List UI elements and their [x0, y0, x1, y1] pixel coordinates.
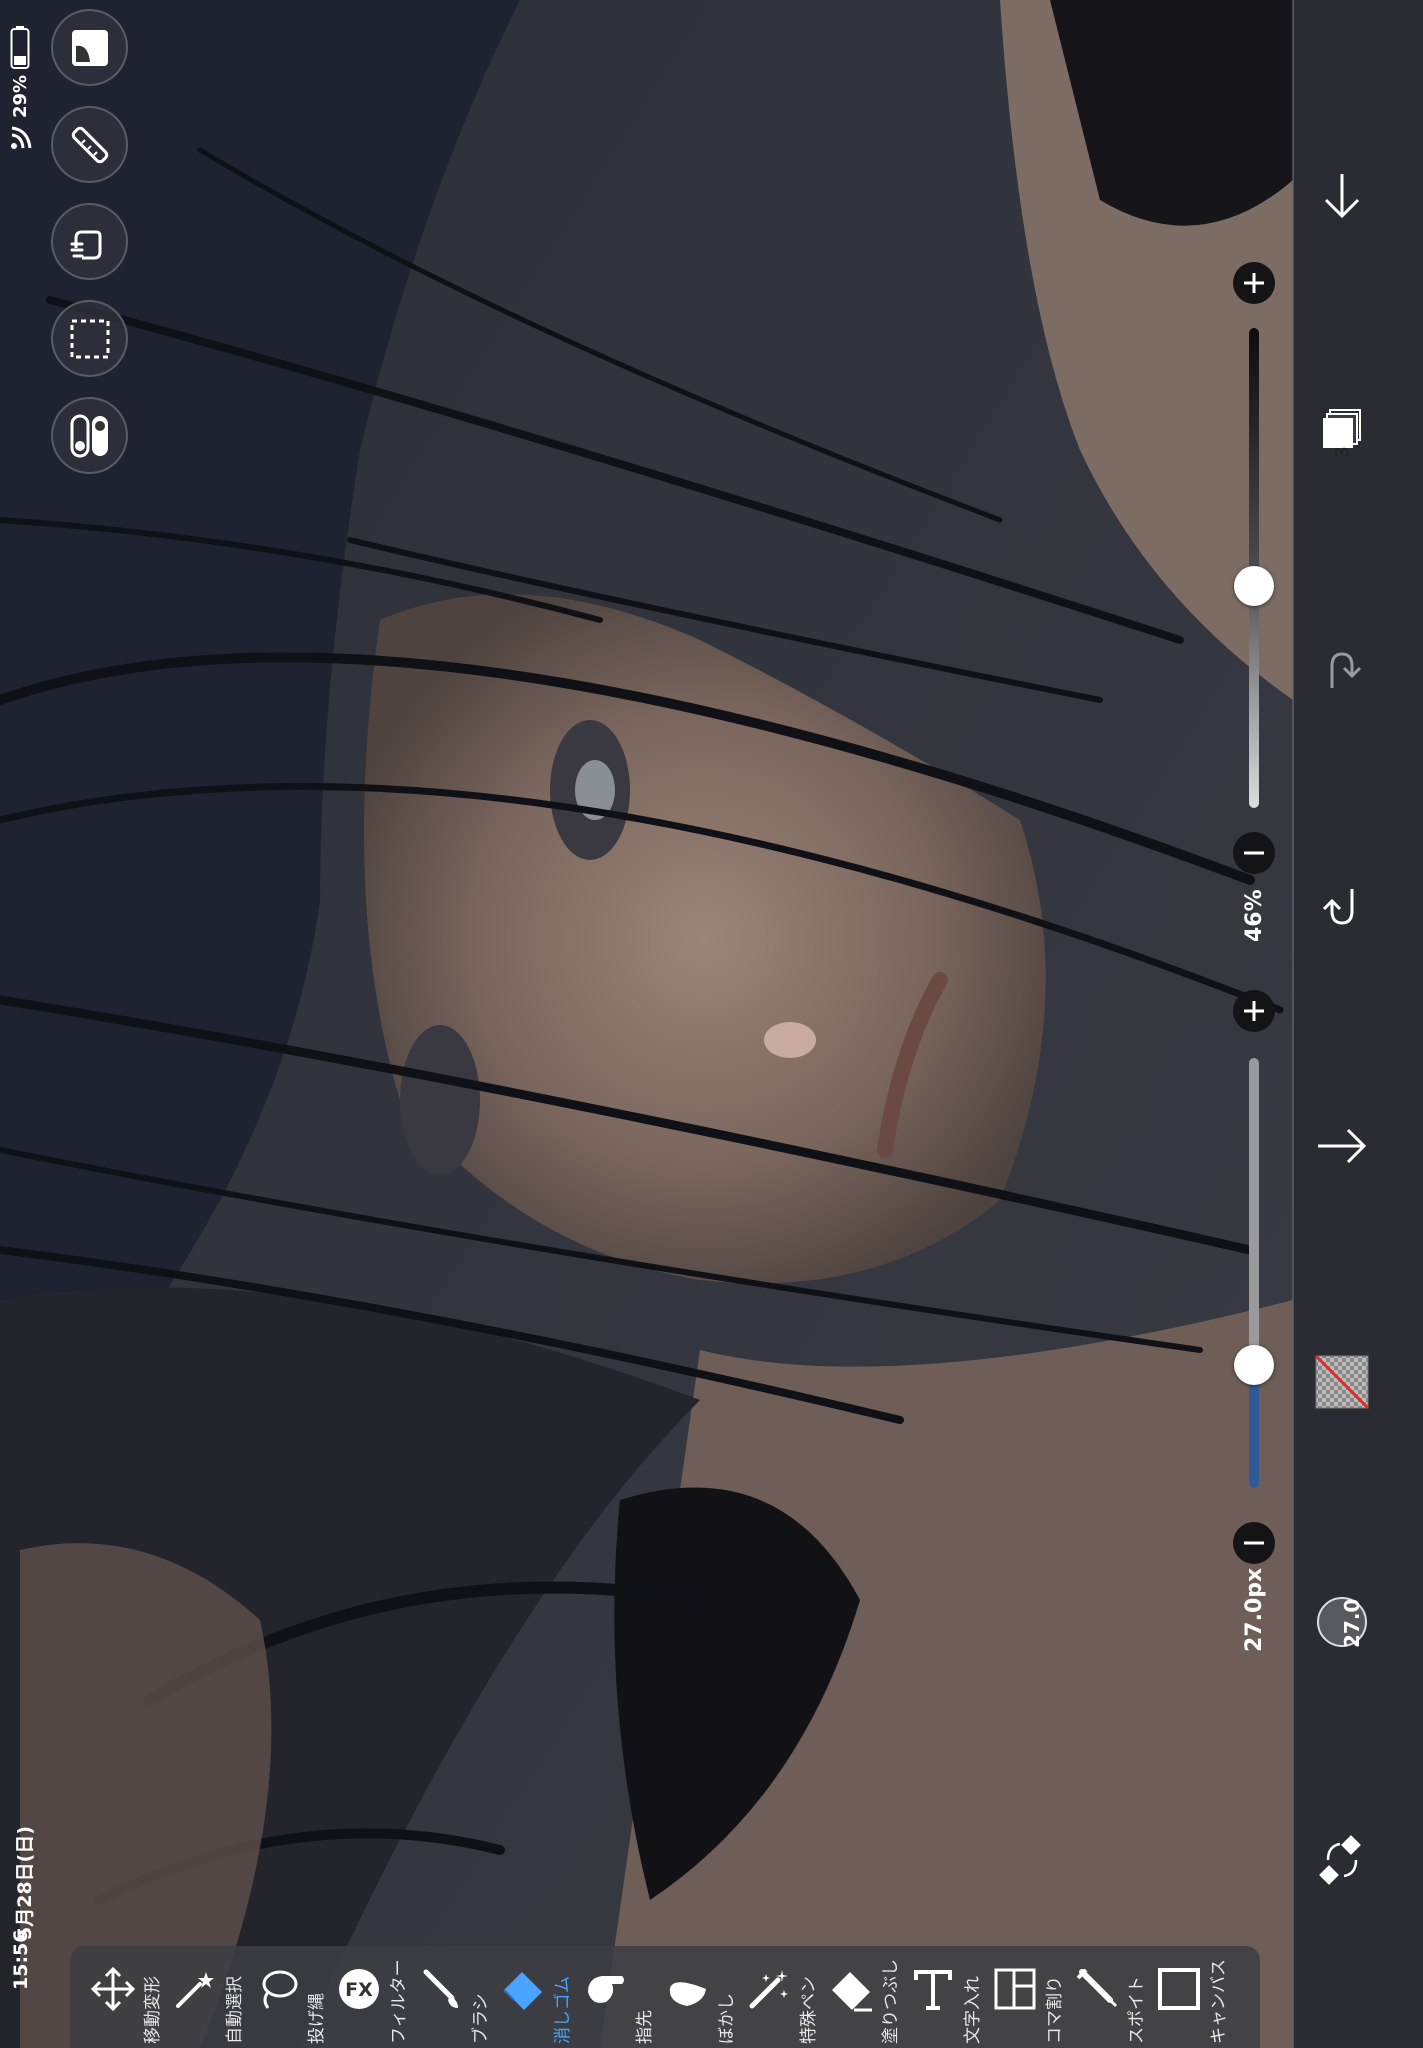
tool-label: 指先 [635, 2010, 655, 2044]
text-icon [914, 1970, 952, 2010]
canvas-icon [1158, 1968, 1200, 2010]
tool-label: キャンバス [1209, 1959, 1229, 2044]
color-swatch-button[interactable] [1310, 1350, 1374, 1414]
tool-label: ブラシ [471, 1993, 491, 2044]
tool-frame-divider[interactable]: コマ割り [988, 1948, 1070, 2046]
hand-button[interactable] [51, 203, 128, 280]
wifi-icon [11, 126, 32, 149]
size-value: 27.0px [1242, 1567, 1267, 1652]
magic-wand-icon [176, 1972, 214, 2008]
tool-eyedropper[interactable]: スポイト [1070, 1948, 1152, 2046]
layer-count: 3 [1332, 446, 1353, 458]
navigator-button[interactable] [51, 9, 128, 86]
move-icon [90, 1966, 136, 2012]
status-time: 15:56 [10, 1929, 32, 1990]
size-decrease-button[interactable] [1233, 1522, 1275, 1564]
tool-label: 投げ縄 [307, 1993, 327, 2044]
toggle-icon [70, 414, 108, 457]
tool-label: フィルター [389, 1959, 409, 2044]
brush-icon [423, 1969, 458, 2008]
drawing-canvas[interactable] [0, 0, 1293, 2048]
status-date: 5月28日(日) [14, 1825, 36, 1940]
fx-icon: FX [339, 1969, 379, 2009]
ruler-button[interactable] [51, 106, 128, 183]
tool-label: 特殊ペン [799, 1976, 819, 2044]
toggle-button[interactable] [51, 397, 128, 474]
undo-button[interactable] [1310, 875, 1374, 939]
opacity-decrease-button[interactable] [1233, 832, 1275, 874]
opacity-value: 46% [1242, 889, 1267, 942]
minus-icon [1244, 851, 1264, 855]
tool-auto-select[interactable]: 自動選択 [168, 1948, 250, 2046]
selection-button[interactable] [51, 300, 128, 377]
tool-blur[interactable]: ぼかし [660, 1948, 742, 2046]
brush-size-badge: 27.0 [1340, 1598, 1364, 1648]
tool-special-pen[interactable]: 特殊ペン [742, 1948, 824, 2046]
lasso-icon [262, 1970, 298, 2009]
tool-eraser[interactable]: 消しゴム [496, 1948, 578, 2046]
tool-finger[interactable]: 指先 [578, 1948, 660, 2046]
navigator-icon [71, 29, 108, 66]
tool-canvas[interactable]: キャンバス [1152, 1948, 1234, 2046]
rotate-canvas-button[interactable] [1310, 1828, 1374, 1892]
forward-button[interactable] [1310, 1114, 1374, 1178]
undo-icon [1322, 889, 1354, 925]
tool-move-transform[interactable]: 移動変形 [86, 1948, 168, 2046]
eyedropper-icon [1076, 1968, 1118, 2008]
tool-filter[interactable]: FX フィルター [332, 1948, 414, 2046]
battery-percent: 29% [10, 74, 31, 118]
minus-icon [1244, 1541, 1264, 1545]
eraser-icon [503, 1972, 542, 2010]
frame-divider-icon [994, 1968, 1036, 2010]
opacity-slider-knob[interactable] [1234, 566, 1274, 606]
selection-icon [70, 319, 109, 358]
tool-lasso[interactable]: 投げ縄 [250, 1948, 332, 2046]
ruler-icon [71, 126, 108, 163]
app-window: 29% 5月28日(日) 15:56 3 27.0 46% 27.0px 移動変… [0, 0, 1423, 2048]
tool-label: 移動変形 [143, 1976, 163, 2044]
special-pen-icon [749, 1970, 788, 2009]
tool-label: ぼかし [717, 1993, 737, 2044]
blur-icon [669, 1982, 706, 2006]
finger-icon [588, 1976, 624, 2003]
right-panel [1292, 0, 1423, 2048]
svg-text:FX: FX [345, 1979, 373, 2001]
tool-fill[interactable]: 塗りつぶし [824, 1948, 906, 2046]
size-slider-knob[interactable] [1234, 1345, 1274, 1385]
plus-icon [1244, 273, 1264, 293]
tool-label: 文字入れ [963, 1976, 983, 2044]
plus-icon [1244, 1001, 1264, 1021]
hand-icon [70, 230, 101, 259]
size-increase-button[interactable] [1233, 990, 1275, 1032]
redo-icon [1330, 652, 1362, 688]
transparent-color-icon [1314, 1354, 1370, 1410]
tool-label: 塗りつぶし [881, 1958, 901, 2044]
tool-label: 消しゴム [553, 1976, 573, 2044]
fill-icon [832, 1972, 872, 2012]
arrow-down-icon [1324, 174, 1360, 219]
download-button[interactable] [1310, 164, 1374, 228]
tool-label: 自動選択 [225, 1976, 245, 2044]
tool-brush[interactable]: ブラシ [414, 1948, 496, 2046]
tool-label: スポイト [1127, 1976, 1147, 2044]
tool-label: コマ割り [1045, 1976, 1065, 2044]
redo-button[interactable] [1310, 638, 1374, 702]
rotate-icon [1319, 1835, 1361, 1885]
arrow-right-icon [1318, 1128, 1367, 1164]
opacity-increase-button[interactable] [1233, 262, 1275, 304]
tool-text[interactable]: 文字入れ [906, 1948, 988, 2046]
